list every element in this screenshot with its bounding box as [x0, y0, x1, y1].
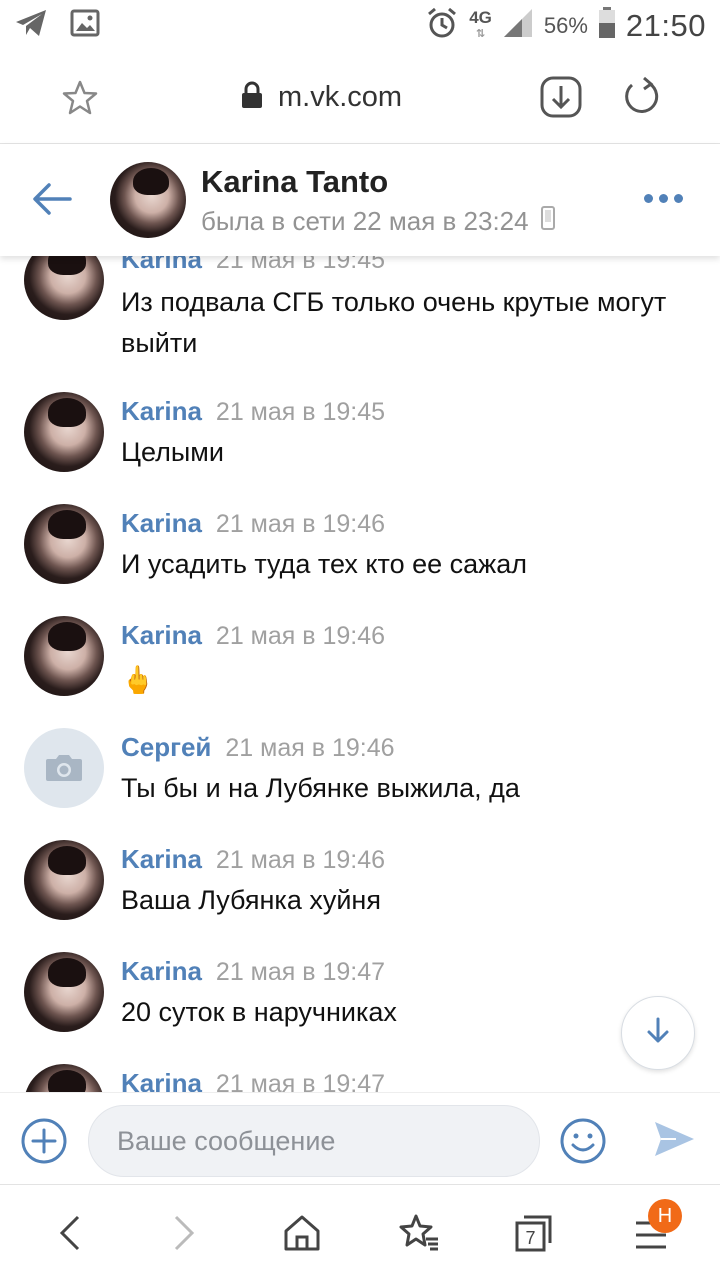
camera-icon — [24, 728, 104, 808]
message-time: 21 мая в 19:46 — [225, 734, 395, 762]
message-text: Целыми — [121, 437, 224, 467]
browser-url-bar: m.vk.com — [0, 52, 720, 144]
message-author[interactable]: Karina 21 мая в 19:47 — [121, 1068, 385, 1092]
reload-icon[interactable] — [620, 76, 662, 123]
last-seen-text: была в сети 22 мая в 23:24 — [201, 206, 529, 236]
message-list[interactable]: Karina 21 мая в 19:45 Из подвала СГБ толь… — [0, 256, 720, 1092]
network-type: 4G — [469, 7, 492, 27]
url-text: m.vk.com — [278, 81, 403, 113]
clock: 21:50 — [625, 7, 706, 43]
attach-plus-icon[interactable] — [20, 1117, 68, 1170]
message-author[interactable]: Сергей 21 мая в 19:46 — [121, 732, 395, 763]
chat-avatar[interactable] — [110, 162, 186, 238]
avatar[interactable] — [24, 952, 104, 1032]
message-author[interactable]: Karina 21 мая в 19:45 — [121, 256, 385, 275]
arrow-down-icon — [645, 1017, 671, 1050]
download-icon[interactable] — [540, 76, 582, 123]
message-time: 21 мая в 19:46 — [215, 622, 386, 650]
message-time: 21 мая в 19:46 — [215, 510, 386, 538]
network-indicator: 4G ⇅ — [469, 7, 492, 42]
home-icon[interactable] — [282, 1213, 322, 1258]
message-author[interactable]: Karina 21 мая в 19:45 — [121, 396, 385, 427]
message-time: 21 мая в 19:45 — [215, 256, 386, 274]
emoji-icon[interactable] — [559, 1117, 607, 1170]
message-text: Ваша Лубянка хуйня — [121, 885, 381, 915]
avatar[interactable] — [24, 728, 104, 808]
message-time: 21 мая в 19:46 — [215, 846, 386, 874]
address-field[interactable]: m.vk.com — [240, 80, 402, 115]
lock-icon — [240, 80, 264, 115]
message-time: 21 мая в 19:47 — [215, 958, 386, 986]
message-input[interactable]: Ваше сообщение — [88, 1105, 540, 1177]
browser-bottom-nav: 7 H — [0, 1184, 720, 1280]
message-text: И усадить туда тех кто ее сажал — [121, 549, 528, 579]
avatar[interactable] — [24, 840, 104, 920]
message-text: Ты бы и на Лубянке выжила, да — [121, 773, 520, 803]
last-seen-status: была в сети 22 мая в 23:24 — [201, 206, 555, 237]
mobile-icon — [540, 206, 555, 237]
bookmark-star-icon[interactable] — [60, 78, 100, 123]
message-author[interactable]: Karina 21 мая в 19:46 — [121, 620, 385, 651]
bookmarks-icon[interactable] — [398, 1213, 440, 1258]
message-emoji: 🖕 — [121, 665, 155, 695]
message-time: 21 мая в 19:47 — [215, 1070, 386, 1092]
telegram-icon — [14, 8, 48, 43]
message-author[interactable]: Karina 21 мая в 19:46 — [121, 508, 385, 539]
chat-title[interactable]: Karina Tanto — [201, 164, 388, 200]
more-options-icon[interactable] — [644, 194, 683, 203]
chat-header: Karina Tanto была в сети 22 мая в 23:24 — [0, 144, 720, 256]
data-arrows-icon: ⇅ — [475, 27, 486, 40]
avatar[interactable] — [24, 256, 104, 320]
message-time: 21 мая в 19:45 — [215, 398, 386, 426]
tabs-icon[interactable]: 7 — [514, 1213, 554, 1258]
message-author[interactable]: Karina 21 мая в 19:47 — [121, 956, 385, 987]
message-composer: Ваше сообщение — [0, 1092, 720, 1184]
message-author[interactable]: Karina 21 мая в 19:46 — [121, 844, 385, 875]
scroll-to-bottom-button[interactable] — [621, 996, 695, 1070]
avatar[interactable] — [24, 392, 104, 472]
back-arrow-icon[interactable] — [32, 182, 72, 221]
alarm-icon — [425, 6, 459, 45]
avatar[interactable] — [24, 504, 104, 584]
nav-back-icon[interactable] — [54, 1213, 84, 1258]
signal-icon — [502, 7, 534, 44]
battery-percent: 56% — [543, 12, 588, 38]
avatar[interactable] — [24, 616, 104, 696]
battery-icon — [598, 7, 616, 44]
nav-forward-icon[interactable] — [170, 1213, 200, 1258]
message-text: Из подвала СГБ только очень крутые могут… — [121, 287, 667, 358]
send-icon[interactable] — [652, 1117, 696, 1166]
status-bar: 4G ⇅ 56% 21:50 — [0, 0, 720, 52]
tabs-count: 7 — [525, 1228, 535, 1248]
avatar[interactable] — [24, 1064, 104, 1092]
notification-badge: H — [648, 1199, 682, 1233]
gallery-icon — [70, 8, 100, 43]
message-text: 20 суток в наручниках — [121, 997, 397, 1027]
